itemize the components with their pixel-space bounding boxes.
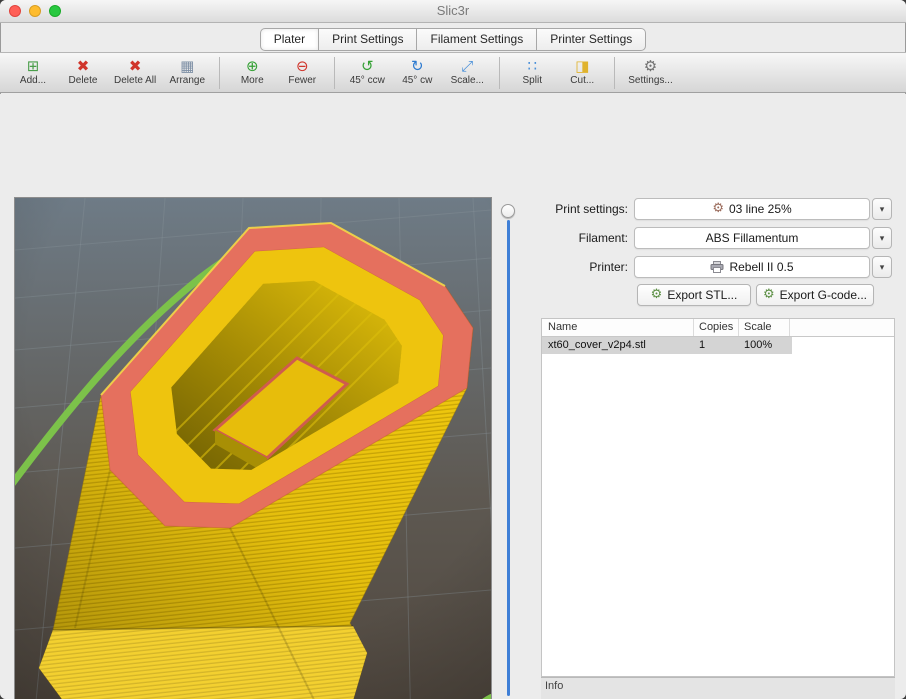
rotate-ccw-icon: ↺ xyxy=(361,58,374,75)
toolbar-rotate-cw-button[interactable]: ↻ 45° cw xyxy=(392,57,442,88)
tab-bar: Plater Print Settings Filament Settings … xyxy=(0,23,906,52)
toolbar-group-settings: ⚙ Settings... xyxy=(622,57,678,88)
toolbar-add-button[interactable]: ⊞ Add... xyxy=(8,57,58,88)
toolbar-cut-button[interactable]: ◨ Cut... xyxy=(557,57,607,88)
printer-select[interactable]: Rebell II 0.5 xyxy=(634,256,870,278)
filament-select[interactable]: ABS Fillamentum xyxy=(634,227,870,249)
tab-printer-settings[interactable]: Printer Settings xyxy=(537,28,646,51)
toolbar-add-label: Add... xyxy=(20,75,46,87)
object-table-header: Name Copies Scale xyxy=(542,319,894,337)
printer-dropdown-button[interactable]: ▾ xyxy=(872,256,892,278)
export-gcode-button[interactable]: ⚙ Export G-code... xyxy=(756,284,874,306)
title-bar: Slic3r xyxy=(0,0,906,23)
export-gcode-label: Export G-code... xyxy=(780,288,867,302)
toolbar-group-copies: ⊕ More ⊖ Fewer xyxy=(227,57,327,88)
toolbar-delete-all-label: Delete All xyxy=(114,75,156,87)
toolbar-rotate-ccw-label: 45° ccw xyxy=(350,75,385,87)
toolbar-delete-label: Delete xyxy=(69,75,98,87)
3d-viewport[interactable] xyxy=(14,197,492,699)
cell-object-scale: 100% xyxy=(739,337,790,354)
toolbar: ⊞ Add... ✖ Delete ✖ Delete All ▦ Arrange… xyxy=(0,52,906,93)
info-panel: Info Size: 19.20 x 12.00 x 10.00 Volume:… xyxy=(541,677,895,699)
toolbar-group-modify: ∷ Split ◨ Cut... xyxy=(507,57,607,88)
tab-set: Plater Print Settings Filament Settings … xyxy=(260,28,647,51)
toolbar-separator xyxy=(219,57,220,89)
table-row[interactable]: xt60_cover_v2p4.stl 1 100% xyxy=(542,337,792,354)
print-settings-value: 03 line 25% xyxy=(729,202,792,216)
toolbar-delete-all-button[interactable]: ✖ Delete All xyxy=(108,57,162,88)
toolbar-separator xyxy=(614,57,615,89)
column-header-name[interactable]: Name xyxy=(542,319,694,336)
toolbar-fewer-button[interactable]: ⊖ Fewer xyxy=(277,57,327,88)
tab-filament-settings[interactable]: Filament Settings xyxy=(417,28,537,51)
toolbar-split-label: Split xyxy=(523,75,542,87)
export-stl-label: Export STL... xyxy=(667,288,737,302)
filament-value: ABS Fillamentum xyxy=(706,231,799,245)
column-header-filler xyxy=(790,319,894,336)
filament-dropdown-button[interactable]: ▾ xyxy=(872,227,892,249)
3d-viewport-canvas[interactable] xyxy=(15,198,491,699)
printer-value: Rebell II 0.5 xyxy=(729,260,793,274)
toolbar-settings-label: Settings... xyxy=(628,75,672,87)
export-stl-button[interactable]: ⚙ Export STL... xyxy=(637,284,751,306)
settings-gear-icon: ⚙ xyxy=(644,58,657,75)
arrange-icon: ▦ xyxy=(180,58,194,75)
more-icon: ⊕ xyxy=(246,58,259,75)
chevron-down-icon: ▾ xyxy=(880,204,885,215)
toolbar-cut-label: Cut... xyxy=(570,75,594,87)
print-settings-dropdown-button[interactable]: ▾ xyxy=(872,198,892,220)
cell-object-copies: 1 xyxy=(694,337,739,354)
toolbar-rotate-ccw-button[interactable]: ↺ 45° ccw xyxy=(342,57,392,88)
toolbar-scale-button[interactable]: ⤢ Scale... xyxy=(442,57,492,88)
window-title: Slic3r xyxy=(0,0,906,22)
printer-label: Printer: xyxy=(496,260,628,275)
delete-icon: ✖ xyxy=(77,58,90,75)
layer-slider-track[interactable] xyxy=(507,220,510,696)
toolbar-split-button[interactable]: ∷ Split xyxy=(507,57,557,88)
printer-icon xyxy=(710,261,724,273)
toolbar-delete-button[interactable]: ✖ Delete xyxy=(58,57,108,88)
filament-label: Filament: xyxy=(496,231,628,246)
toolbar-scale-label: Scale... xyxy=(451,75,484,87)
cell-object-name: xt60_cover_v2p4.stl xyxy=(542,337,694,354)
object-table: Name Copies Scale xt60_cover_v2p4.stl 1 … xyxy=(541,318,895,677)
delete-all-icon: ✖ xyxy=(129,58,142,75)
scale-icon: ⤢ xyxy=(461,58,473,75)
chevron-down-icon: ▾ xyxy=(880,262,885,273)
toolbar-settings-button[interactable]: ⚙ Settings... xyxy=(622,57,678,88)
toolbar-group-transform: ↺ 45° ccw ↻ 45° cw ⤢ Scale... xyxy=(342,57,492,88)
toolbar-fewer-label: Fewer xyxy=(288,75,316,87)
app-window: Slic3r Plater Print Settings Filament Se… xyxy=(0,0,906,699)
print-settings-label: Print settings: xyxy=(496,202,628,217)
info-panel-title: Info xyxy=(545,680,563,692)
toolbar-rotate-cw-label: 45° cw xyxy=(402,75,432,87)
main-area: 9.95 3D 2D Preview Layers Print settings… xyxy=(0,94,906,699)
toolbar-more-button[interactable]: ⊕ More xyxy=(227,57,277,88)
toolbar-separator xyxy=(334,57,335,89)
column-header-scale[interactable]: Scale xyxy=(739,319,790,336)
rotate-cw-icon: ↻ xyxy=(411,58,424,75)
toolbar-group-objects: ⊞ Add... ✖ Delete ✖ Delete All ▦ Arrange xyxy=(8,57,212,88)
print-settings-gear-icon: ⚙ xyxy=(712,202,724,216)
toolbar-arrange-label: Arrange xyxy=(169,75,205,87)
column-header-copies[interactable]: Copies xyxy=(694,319,739,336)
tab-print-settings[interactable]: Print Settings xyxy=(319,28,417,51)
tab-plater[interactable]: Plater xyxy=(260,28,319,51)
split-icon: ∷ xyxy=(527,58,537,75)
fewer-icon: ⊖ xyxy=(296,58,309,75)
chevron-down-icon: ▾ xyxy=(880,233,885,244)
toolbar-arrange-button[interactable]: ▦ Arrange xyxy=(162,57,212,88)
print-settings-select[interactable]: ⚙ 03 line 25% xyxy=(634,198,870,220)
toolbar-more-label: More xyxy=(241,75,264,87)
cut-icon: ◨ xyxy=(575,58,589,75)
export-gcode-gear-icon: ⚙ xyxy=(763,288,775,302)
add-icon: ⊞ xyxy=(27,58,40,75)
export-stl-gear-icon: ⚙ xyxy=(651,288,663,302)
toolbar-separator xyxy=(499,57,500,89)
